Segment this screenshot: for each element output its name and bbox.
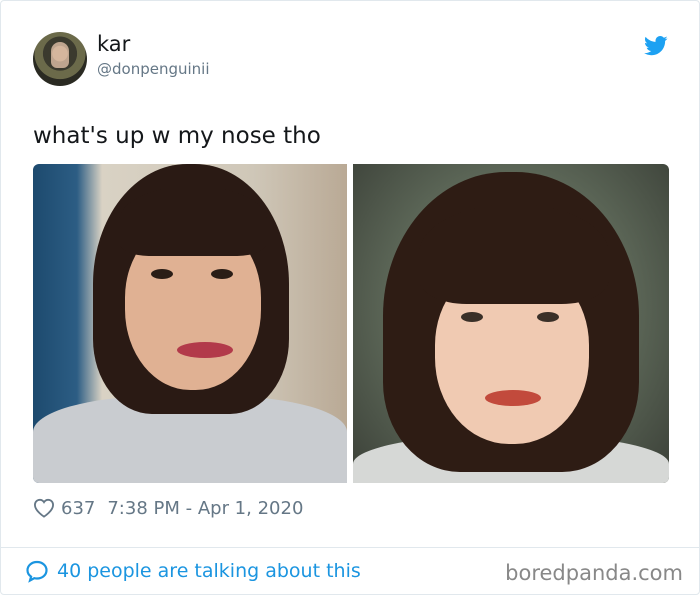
like-count[interactable]: 637 xyxy=(61,498,95,519)
tweet-meta: 637 7:38 PM - Apr 1, 2020 xyxy=(33,497,303,519)
watermark: boredpanda.com xyxy=(505,561,683,585)
avatar[interactable] xyxy=(33,32,87,86)
author-handle[interactable]: @donpenguinii xyxy=(97,60,210,78)
heart-icon[interactable] xyxy=(33,498,55,518)
painting-image[interactable] xyxy=(353,164,669,483)
tweet-text: what's up w my nose tho xyxy=(33,123,321,149)
tweet-media[interactable] xyxy=(33,164,669,483)
left-eye xyxy=(151,269,173,279)
bangs-shape xyxy=(119,186,267,256)
divider xyxy=(1,547,699,548)
conversation-link[interactable]: 40 people are talking about this xyxy=(25,558,361,584)
tweet-card: kar @donpenguinii what's up w my nose th… xyxy=(0,0,700,595)
tweet-timestamp[interactable]: 7:38 PM - Apr 1, 2020 xyxy=(107,498,303,519)
painting-left-eye xyxy=(461,312,483,322)
painting-lips xyxy=(485,390,541,406)
author-name[interactable]: kar xyxy=(97,32,130,56)
avatar-figure xyxy=(51,42,69,68)
conversation-text: 40 people are talking about this xyxy=(57,560,361,582)
lips xyxy=(177,342,233,358)
painting-bangs-shape xyxy=(419,204,609,304)
selfie-photo[interactable] xyxy=(33,164,347,483)
right-eye xyxy=(211,269,233,279)
painting-right-eye xyxy=(537,312,559,322)
speech-bubble-icon xyxy=(26,560,48,583)
twitter-bird-icon[interactable] xyxy=(644,36,668,56)
